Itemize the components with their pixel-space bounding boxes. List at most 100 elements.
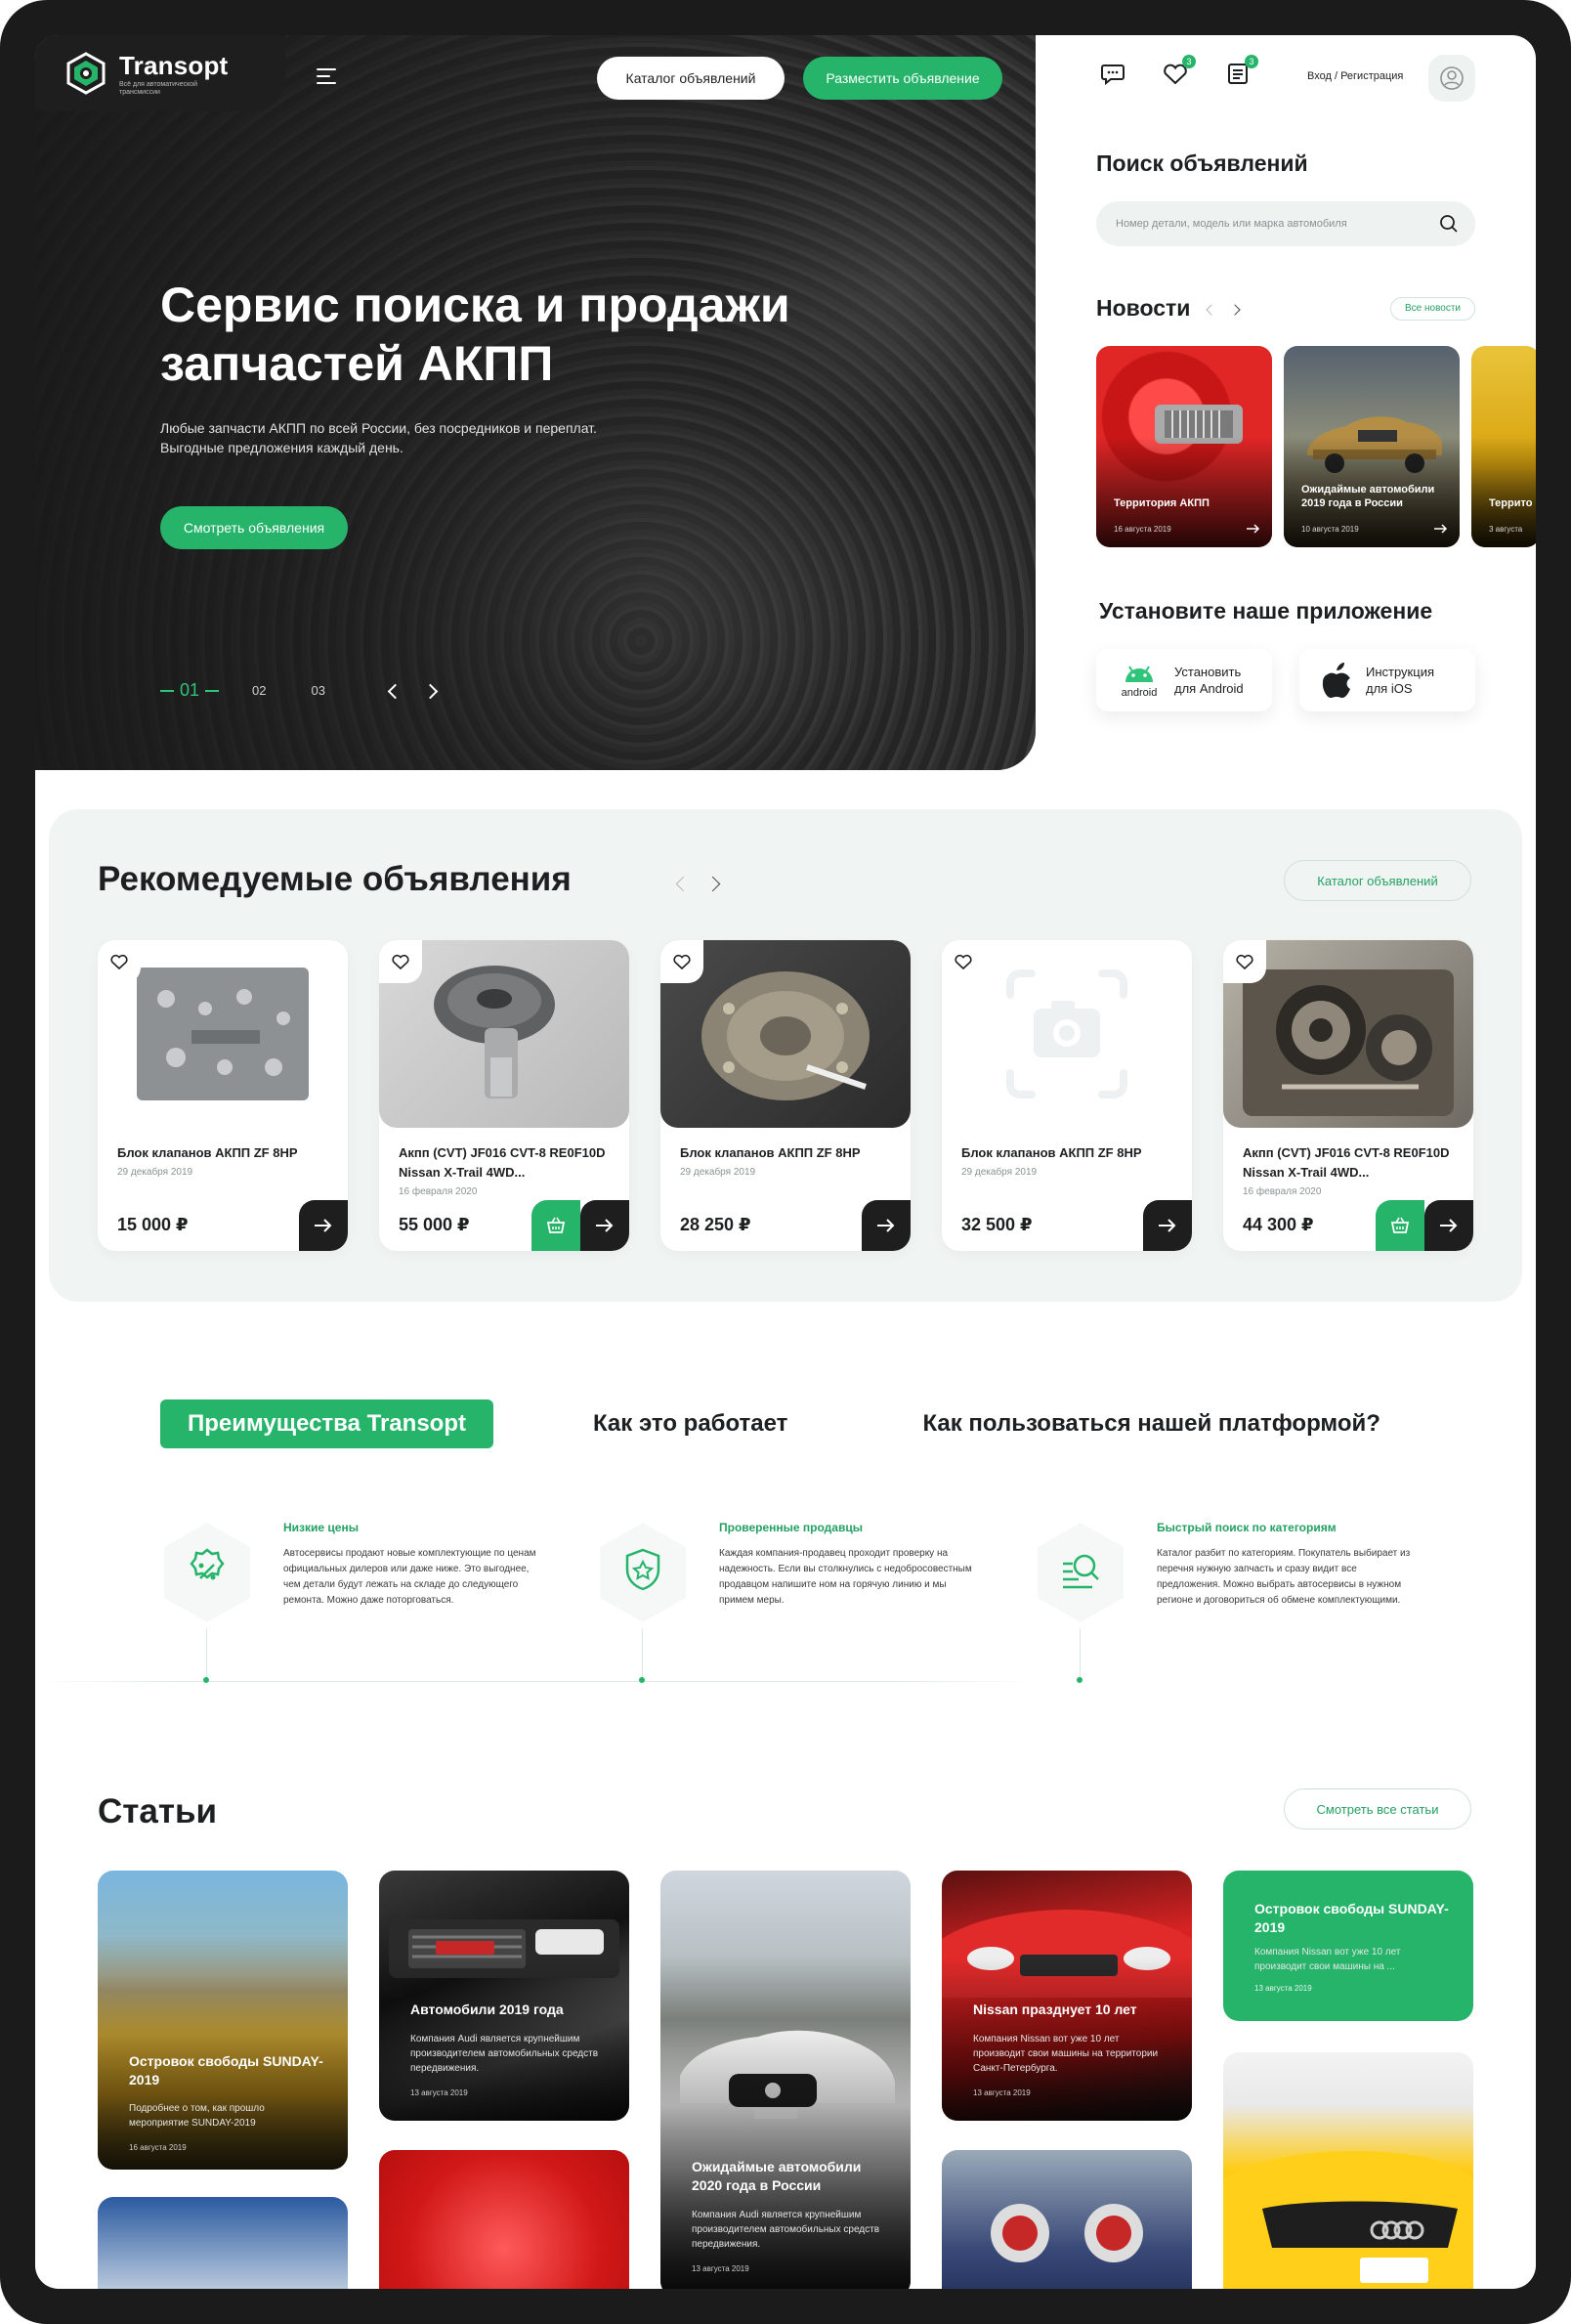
article-card[interactable]: Ожидаймые автомобили 2020 года в России …	[660, 1871, 911, 2289]
user-icon	[1440, 66, 1464, 90]
login-divider: /	[1334, 70, 1338, 82]
product-card[interactable]: Блок клапанов АКПП ZF 8HP 29 декабря 201…	[98, 940, 348, 1251]
open-product-button[interactable]	[1143, 1200, 1192, 1251]
recommended-title: Рекомедуемые объявления	[98, 860, 572, 898]
add-to-cart-button[interactable]	[531, 1200, 580, 1251]
favorite-toggle[interactable]	[98, 940, 141, 983]
product-card[interactable]: Блок клапанов АКПП ZF 8HP 29 декабря 201…	[942, 940, 1192, 1251]
percent-icon	[164, 1523, 250, 1622]
news-card-title: Террито	[1489, 497, 1533, 509]
article-card[interactable]	[379, 2150, 629, 2289]
post-ad-button[interactable]: Разместить объявление	[803, 57, 1002, 100]
article-date: 16 августа 2019	[129, 2143, 187, 2152]
product-title: Блок клапанов АКПП ZF 8HP	[117, 1145, 298, 1160]
article-date: 13 августа 2019	[692, 2264, 749, 2273]
article-card[interactable]: Островок свободы SUNDAY-2019 Компания Ni…	[1223, 1871, 1473, 2021]
menu-icon[interactable]	[317, 68, 336, 84]
logo[interactable]: Transopt Всё для автоматической трансмис…	[35, 35, 285, 111]
advantage-text: Каждая компания-продавец проходит провер…	[719, 1548, 972, 1606]
open-product-button[interactable]	[299, 1200, 348, 1251]
tab-how-to-use[interactable]: Как пользоваться нашей платформой?	[922, 1410, 1380, 1438]
product-card[interactable]: Акпп (CVT) JF016 CVT-8 RE0F10D Nissan X-…	[1223, 940, 1473, 1251]
search-box	[1096, 201, 1475, 246]
arrow-right-icon	[1247, 524, 1260, 534]
favorite-toggle[interactable]	[942, 940, 985, 983]
category-search-icon	[1038, 1523, 1124, 1622]
product-price: 32 500 ₽	[961, 1215, 1033, 1234]
search-input[interactable]	[1116, 218, 1409, 230]
android-app-button[interactable]: android Установить для Android	[1096, 649, 1272, 711]
favorites-badge: 3	[1182, 55, 1196, 68]
search-icon[interactable]	[1438, 213, 1460, 235]
article-card[interactable]: Nissan празднует 10 лет Компания Nissan …	[942, 1871, 1192, 2121]
article-title: Островок свободы SUNDAY-2019	[1254, 1901, 1449, 1935]
add-to-cart-button[interactable]	[1376, 1200, 1424, 1251]
heart-icon[interactable]: 3	[1161, 55, 1196, 88]
arrow-right-icon	[596, 1219, 614, 1232]
open-product-button[interactable]	[1424, 1200, 1473, 1251]
article-title: Автомобили 2019 года	[410, 2001, 564, 2017]
news-next-icon[interactable]	[1229, 301, 1245, 317]
product-date: 29 декабря 2019	[961, 1167, 1038, 1178]
news-card[interactable]: Террито 3 августа	[1471, 346, 1536, 547]
list-icon[interactable]: 3	[1223, 55, 1258, 88]
slide-indicator-3[interactable]: 03	[312, 683, 325, 698]
shield-star-icon	[600, 1523, 686, 1622]
recommended-section: Рекомедуемые объявления Каталог объявлен…	[49, 809, 1522, 1302]
product-price: 15 000 ₽	[117, 1215, 189, 1234]
view-ads-button[interactable]: Смотреть объявления	[160, 506, 348, 549]
recommended-prev-icon[interactable]	[672, 874, 692, 892]
arrow-right-icon	[315, 1219, 332, 1232]
recommended-catalog-button[interactable]: Каталог объявлений	[1284, 860, 1471, 901]
article-card[interactable]	[1223, 2052, 1473, 2289]
login-link[interactable]: Вход	[1307, 70, 1332, 82]
news-title: Новости	[1096, 295, 1191, 321]
search-title: Поиск объявлений	[1096, 151, 1308, 176]
header-icons: 3 3	[1098, 55, 1286, 88]
advantage-text: Автосервисы продают новые комплектующие …	[283, 1548, 536, 1606]
app-title: Установите наше приложение	[1099, 598, 1433, 624]
avatar[interactable]	[1428, 55, 1475, 102]
register-link[interactable]: Регистрация	[1340, 70, 1403, 82]
article-card[interactable]	[942, 2150, 1192, 2289]
product-card[interactable]: Акпп (CVT) JF016 CVT-8 RE0F10D Nissan X-…	[379, 940, 629, 1251]
article-text: Компания Nissan вот уже 10 лет производи…	[1254, 1947, 1401, 1972]
arrow-right-icon	[877, 1219, 895, 1232]
screen: Transopt Всё для автоматической трансмис…	[35, 35, 1536, 2289]
advantages-connector	[206, 1628, 207, 1679]
arrow-right-icon	[1159, 1219, 1176, 1232]
catalog-button[interactable]: Каталог объявлений	[597, 57, 785, 100]
recommended-next-icon[interactable]	[704, 874, 721, 892]
news-card[interactable]: Территория АКПП 16 августа 2019	[1096, 346, 1272, 547]
slide-indicator-1[interactable]: 01	[160, 680, 220, 701]
favorite-toggle[interactable]	[660, 940, 703, 983]
product-card[interactable]: Блок клапанов АКПП ZF 8HP 29 декабря 201…	[660, 940, 911, 1251]
slider-prev-icon[interactable]	[384, 681, 403, 701]
chat-icon[interactable]	[1098, 59, 1127, 88]
favorite-toggle[interactable]	[1223, 940, 1266, 983]
slider-next-icon[interactable]	[422, 681, 443, 701]
news-card[interactable]: Ожидаймые автомобили 2019 года в России …	[1284, 346, 1460, 547]
slide-indicator-2[interactable]: 02	[252, 683, 266, 698]
ios-app-button[interactable]: Инструкция для iOS	[1299, 649, 1475, 711]
article-title: Ожидаймые автомобили 2020 года в России	[692, 2159, 862, 2193]
heart-icon	[1236, 954, 1253, 969]
all-news-button[interactable]: Все новости	[1389, 296, 1475, 321]
all-articles-button[interactable]: Смотреть все статьи	[1284, 1788, 1471, 1829]
article-card[interactable]: Автомобили 2019 года Компания Audi являе…	[379, 1871, 629, 2121]
list-badge: 3	[1245, 55, 1258, 68]
article-card[interactable]: Островок свободы SUNDAY-2019 Подробнее о…	[98, 1871, 348, 2170]
favorite-toggle[interactable]	[379, 940, 422, 983]
tab-advantages[interactable]: Преимущества Transopt	[160, 1399, 493, 1448]
product-price: 28 250 ₽	[680, 1215, 751, 1234]
article-card[interactable]	[98, 2197, 348, 2289]
tab-how-it-works[interactable]: Как это работает	[593, 1410, 787, 1438]
open-product-button[interactable]	[580, 1200, 629, 1251]
hero-banner: Transopt Всё для автоматической трансмис…	[35, 35, 1036, 770]
heart-icon	[392, 954, 409, 969]
open-product-button[interactable]	[862, 1200, 911, 1251]
news-card-date: 3 августа	[1489, 525, 1523, 534]
product-title: Акпп (CVT) JF016 CVT-8 RE0F10D Nissan X-…	[1243, 1145, 1450, 1180]
logo-icon	[66, 52, 106, 95]
news-prev-icon[interactable]	[1202, 301, 1218, 317]
